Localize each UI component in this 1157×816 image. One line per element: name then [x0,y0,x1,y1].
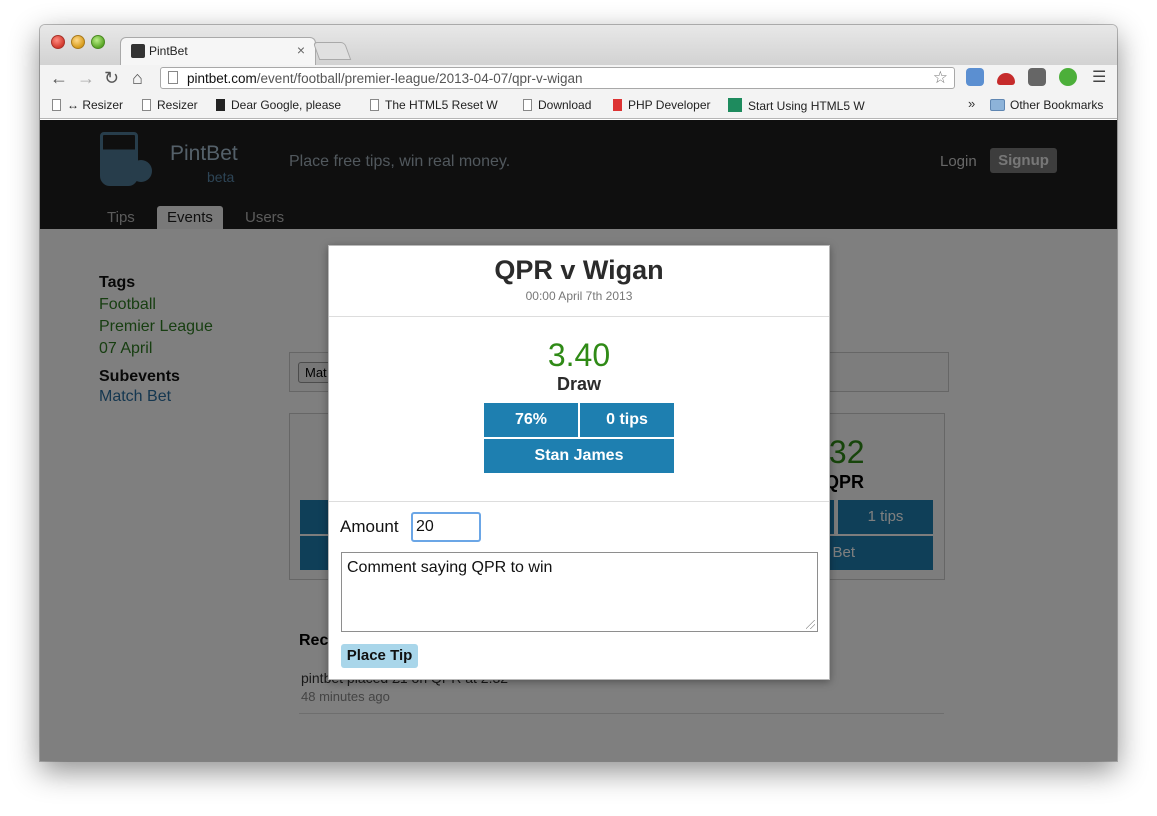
selection-name: Draw [556,374,601,394]
bookmark-item[interactable]: PHP Developer [613,98,711,112]
reload-icon[interactable]: ↻ [104,67,119,89]
bookmark-item[interactable]: Start Using HTML5 W [728,98,865,113]
forward-arrow-icon[interactable]: → [77,67,95,89]
folder-icon [990,99,1005,111]
close-tab-icon[interactable]: × [297,42,305,58]
browser-tab[interactable]: PintBet × [120,37,316,65]
divider [329,501,829,502]
amount-input[interactable] [411,512,481,542]
bookmark-item[interactable]: The HTML5 Reset W [370,98,498,112]
place-tip-modal: QPR v Wigan 00:00 April 7th 2013 3.40 Dr… [328,245,830,680]
resize-grip-icon[interactable] [806,620,815,629]
bookmark-item[interactable]: Download [523,98,591,112]
bookmarks-overflow-icon[interactable]: » [968,96,975,111]
php-icon [613,99,622,111]
divider [329,316,829,317]
back-arrow-icon[interactable]: ← [50,67,68,89]
bookmark-item[interactable]: Resizer [142,98,198,112]
browser-toolbar: ← → ↻ ⌂ pintbet.com/event/football/premi… [40,65,1117,91]
selection-odds: 3.40 [547,337,611,373]
new-tab-button[interactable] [312,42,352,60]
extension-power-icon[interactable] [1059,68,1077,86]
home-icon[interactable]: ⌂ [132,67,143,89]
page-icon [370,99,379,111]
percent-button[interactable]: 76% [484,403,578,437]
tab-strip: PintBet × [40,25,1117,65]
browser-window: PintBet × ← → ↻ ⌂ pintbet.com/event/foot… [40,25,1117,761]
favicon-icon [131,44,145,58]
page-icon [52,99,61,111]
page-icon [142,99,151,111]
bookmark-star-icon[interactable]: ☆ [933,68,948,88]
pocket-icon[interactable] [1028,68,1046,86]
page-icon [523,99,532,111]
bookmark-item[interactable]: ↔ Resizer [52,98,123,112]
place-tip-button[interactable]: Place Tip [341,644,418,668]
amount-label: Amount [340,517,399,536]
comment-textarea[interactable]: Comment saying QPR to win [341,552,818,632]
zoom-window-button[interactable] [91,35,105,49]
bookmark-item[interactable]: Dear Google, please [216,98,341,112]
event-datetime: 00:00 April 7th 2013 [525,289,633,303]
bookmaker-button[interactable]: Stan James [484,439,674,473]
other-bookmarks[interactable]: Other Bookmarks [990,98,1103,112]
page-icon [168,71,178,84]
address-bar[interactable]: pintbet.com/event/football/premier-leagu… [160,67,955,89]
tips-count-button[interactable]: 0 tips [580,403,674,437]
url-text: pintbet.com/event/football/premier-leagu… [187,71,583,86]
bookmarks-bar: ↔ Resizer Resizer Dear Google, please Th… [40,91,1117,119]
minimize-window-button[interactable] [71,35,85,49]
menu-icon[interactable]: ☰ [1092,67,1106,87]
plus-icon [728,98,742,112]
tab-title: PintBet [149,44,188,58]
page-viewport: PintBet beta Place free tips, win real m… [40,120,1117,761]
info-icon [216,99,225,111]
extension-gear-icon[interactable] [966,68,984,86]
extension-sofa-icon[interactable] [997,73,1015,85]
modal-title: QPR v Wigan [494,255,664,285]
close-window-button[interactable] [51,35,65,49]
